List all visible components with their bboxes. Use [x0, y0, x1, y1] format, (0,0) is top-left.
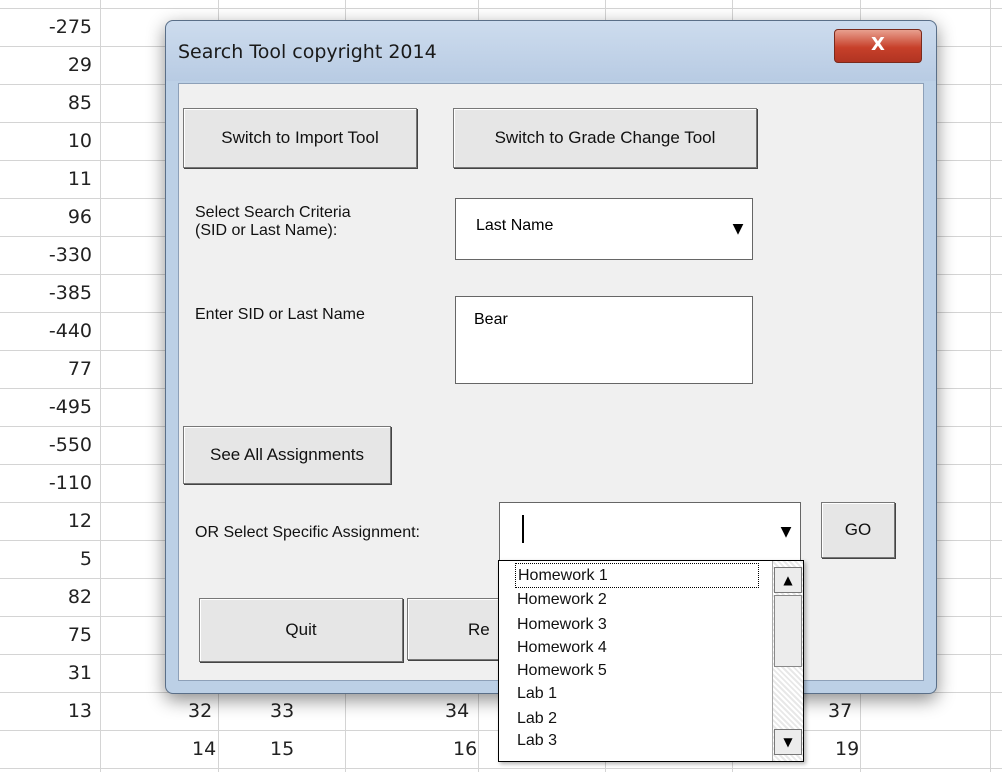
cell[interactable]: -440: [0, 312, 100, 350]
switch-grade-change-button[interactable]: Switch to Grade Change Tool: [453, 108, 757, 168]
go-button[interactable]: GO: [821, 502, 895, 558]
cell[interactable]: -110: [0, 464, 100, 502]
column-values: -275 29 85 10 11 96 -330 -385 -440 77 -4…: [0, 8, 100, 730]
cell[interactable]: -385: [0, 274, 100, 312]
cell[interactable]: 29: [0, 46, 100, 84]
scroll-down-button[interactable]: ▼: [774, 729, 802, 755]
cell[interactable]: 5: [0, 540, 100, 578]
see-all-assignments-button[interactable]: See All Assignments: [183, 426, 391, 484]
list-item[interactable]: Lab 3: [517, 729, 557, 752]
triangle-down-icon: ▼: [783, 735, 793, 749]
assignment-dropdown[interactable]: ▼: [499, 502, 801, 562]
scroll-up-button[interactable]: ▲: [774, 567, 802, 593]
cell[interactable]: -275: [0, 8, 100, 46]
search-criteria-dropdown[interactable]: Last Name ▼: [455, 198, 753, 260]
text-cursor: [522, 515, 524, 543]
chevron-down-icon[interactable]: ▼: [772, 503, 800, 561]
list-item[interactable]: Lab 2: [517, 707, 557, 730]
triangle-up-icon: ▲: [783, 573, 793, 587]
search-input-value: Bear: [474, 311, 508, 328]
cell[interactable]: 13: [0, 692, 100, 730]
cell[interactable]: 96: [0, 198, 100, 236]
cell[interactable]: 32: [188, 692, 212, 730]
cell[interactable]: 12: [0, 502, 100, 540]
chevron-down-icon[interactable]: ▼: [724, 199, 752, 259]
close-button[interactable]: X: [834, 29, 922, 63]
cell[interactable]: 10: [0, 122, 100, 160]
cell[interactable]: 77: [0, 350, 100, 388]
cell[interactable]: 82: [0, 578, 100, 616]
select-assignment-label: OR Select Specific Assignment:: [195, 524, 420, 541]
enter-sid-label: Enter SID or Last Name: [195, 306, 365, 323]
cell[interactable]: 15: [270, 730, 294, 768]
cell[interactable]: 33: [270, 692, 294, 730]
cell[interactable]: 11: [0, 160, 100, 198]
cell[interactable]: -550: [0, 426, 100, 464]
close-icon: X: [871, 34, 885, 55]
search-input[interactable]: Bear: [455, 296, 753, 384]
list-item[interactable]: Homework 3: [517, 613, 607, 636]
dropdown-scrollbar[interactable]: ▲ ▼: [772, 561, 803, 761]
cell[interactable]: 75: [0, 616, 100, 654]
list-item[interactable]: Homework 5: [517, 659, 607, 682]
cell[interactable]: 14: [192, 730, 216, 768]
scroll-thumb[interactable]: [774, 595, 802, 667]
search-criteria-value: Last Name: [476, 217, 554, 234]
cell[interactable]: 37: [828, 692, 852, 730]
title-bar[interactable]: Search Tool copyright 2014 X: [166, 21, 936, 81]
cell[interactable]: 34: [445, 692, 469, 730]
assignment-dropdown-list[interactable]: Homework 1 Homework 2 Homework 3 Homewor…: [498, 560, 804, 762]
cell[interactable]: 31: [0, 654, 100, 692]
list-item[interactable]: Homework 4: [517, 636, 607, 659]
cell[interactable]: -495: [0, 388, 100, 426]
list-item[interactable]: Homework 2: [517, 588, 607, 611]
cell[interactable]: 16: [453, 730, 477, 768]
list-item[interactable]: Homework 1: [515, 563, 759, 588]
cell[interactable]: 85: [0, 84, 100, 122]
cell[interactable]: -330: [0, 236, 100, 274]
cell[interactable]: 19: [835, 730, 859, 768]
search-criteria-label: Select Search Criteria (SID or Last Name…: [195, 204, 351, 239]
quit-button[interactable]: Quit: [199, 598, 403, 662]
list-item[interactable]: Lab 1: [517, 682, 557, 705]
dialog-title: Search Tool copyright 2014: [178, 41, 437, 63]
switch-import-button[interactable]: Switch to Import Tool: [183, 108, 417, 168]
